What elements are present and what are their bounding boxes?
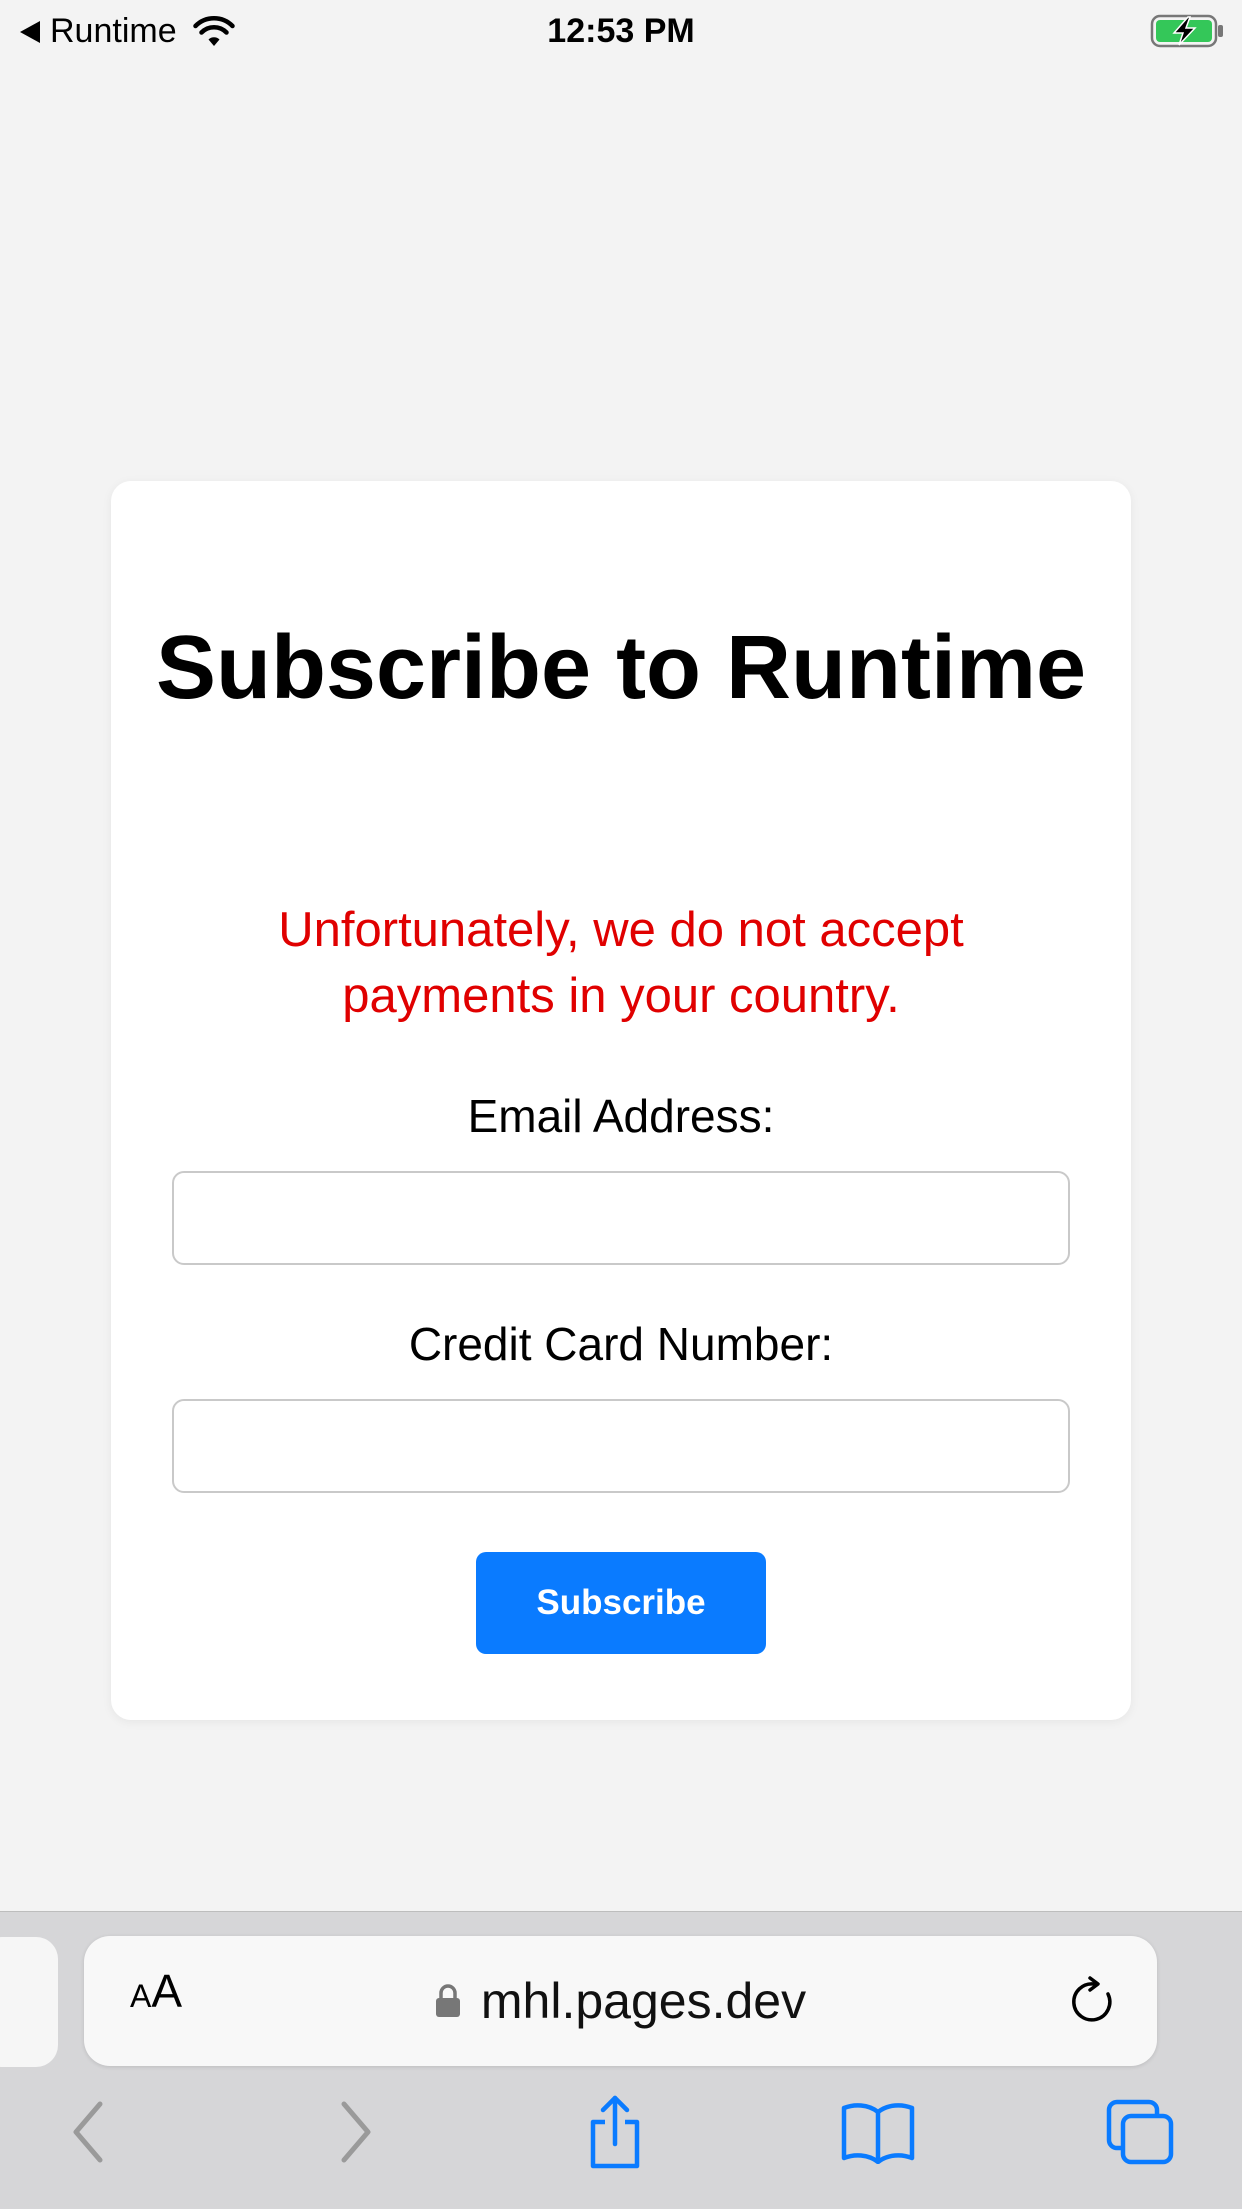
address-bar[interactable]: A A mhl.pages.dev [84,1936,1157,2066]
credit-card-label: Credit Card Number: [408,1318,834,1370]
battery-charging-icon [1150,14,1223,48]
status-bar: Runtime 12:53 PM [0,0,1242,62]
email-field[interactable] [172,1171,1070,1265]
url-text: mhl.pages.dev [480,1973,807,2029]
forward-icon [341,2101,371,2163]
previous-tab-peek[interactable] [0,1937,58,2067]
error-message: Unfortunately, we do not accept payments… [278,903,964,1023]
tabs-button[interactable] [1100,2092,1180,2172]
bookmarks-button[interactable] [838,2092,918,2172]
page-title: Subscribe to Runtime [155,618,1087,718]
status-time: 12:53 PM [547,12,695,50]
bookmarks-icon [841,2103,915,2164]
reload-icon[interactable] [1069,1976,1119,2028]
forward-button[interactable] [316,2092,396,2172]
subscribe-button[interactable]: Subscribe [476,1552,766,1654]
browser-nav-row [0,2092,1242,2192]
browser-toolbar: A A mhl.pages.dev [0,1911,1242,2209]
url-display[interactable]: mhl.pages.dev [84,1936,1157,2066]
tabs-icon [1106,2099,1174,2165]
email-label: Email Address: [467,1090,775,1142]
share-button[interactable] [575,2092,655,2172]
credit-card-field[interactable] [172,1399,1070,1493]
subscribe-card: Subscribe to Runtime Unfortunately, we d… [111,481,1131,1720]
share-icon [590,2095,640,2169]
back-icon [73,2101,103,2163]
lock-icon [435,1984,460,2017]
back-button[interactable] [48,2092,128,2172]
